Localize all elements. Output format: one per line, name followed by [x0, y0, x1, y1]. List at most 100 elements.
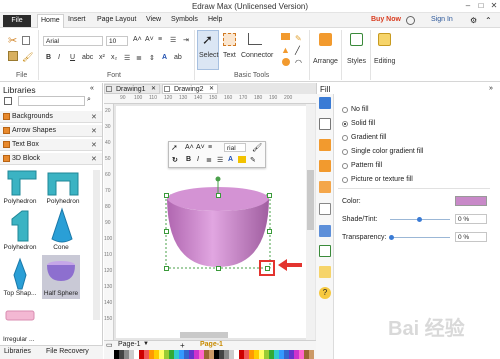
shadow-tab-icon[interactable]: [319, 139, 331, 151]
palette-swatch[interactable]: [124, 350, 129, 359]
palette-swatch[interactable]: [119, 350, 124, 359]
fill-color-picker[interactable]: [455, 196, 487, 206]
text-tool-label[interactable]: Text: [223, 52, 236, 59]
single-color-gradient-label[interactable]: Single color gradient fill: [351, 148, 423, 155]
palette-swatch[interactable]: [149, 350, 154, 359]
palette-swatch[interactable]: [174, 350, 179, 359]
file-menu[interactable]: File: [3, 15, 31, 27]
list-icon[interactable]: ☰: [170, 36, 176, 44]
transparency-slider-knob[interactable]: [389, 235, 394, 240]
palette-swatch[interactable]: [219, 350, 224, 359]
rotate-handle[interactable]: [215, 176, 221, 182]
arc-tool-icon[interactable]: ◠: [295, 58, 302, 67]
picture-fill-label[interactable]: Picture or texture fill: [351, 176, 413, 183]
close-library-icon[interactable]: ✕: [91, 113, 97, 121]
resize-handle[interactable]: [265, 266, 270, 271]
search-icon[interactable]: ⌕: [87, 96, 91, 104]
arrange-button[interactable]: Arrange: [313, 58, 338, 65]
library-menu-icon[interactable]: [4, 97, 12, 105]
palette-swatch[interactable]: [239, 350, 244, 359]
palette-swatch[interactable]: [184, 350, 189, 359]
palette-swatch[interactable]: [244, 350, 249, 359]
bold-icon[interactable]: B: [46, 54, 51, 61]
transparency-value-input[interactable]: 0 %: [455, 232, 487, 242]
fill-color-icon[interactable]: [238, 156, 246, 163]
tab-help[interactable]: Help: [208, 16, 222, 23]
maximize-button[interactable]: □: [475, 1, 487, 12]
comment-tab-icon[interactable]: [319, 266, 331, 278]
tab-page-layout[interactable]: Page Layout: [97, 16, 136, 23]
palette-swatch[interactable]: [299, 350, 304, 359]
palette-swatch[interactable]: [279, 350, 284, 359]
library-backgrounds[interactable]: Backgrounds: [0, 111, 102, 123]
palette-swatch[interactable]: [194, 350, 199, 359]
font-color-icon[interactable]: A: [162, 54, 167, 61]
close-button[interactable]: ✕: [488, 1, 500, 12]
gradient-fill-radio[interactable]: [342, 135, 348, 141]
palette-swatch[interactable]: [304, 350, 309, 359]
palette-swatch[interactable]: [274, 350, 279, 359]
palette-swatch[interactable]: [129, 350, 134, 359]
palette-swatch[interactable]: [169, 350, 174, 359]
close-library-icon[interactable]: ✕: [91, 155, 97, 163]
rotate-icon[interactable]: ↻: [172, 156, 178, 164]
palette-swatch[interactable]: [199, 350, 204, 359]
select-pointer-icon[interactable]: ➚: [171, 143, 178, 152]
tab-home[interactable]: Home: [37, 14, 64, 28]
color-palette[interactable]: [114, 350, 314, 359]
resize-handle[interactable]: [164, 229, 169, 234]
font-name-select[interactable]: Arial: [43, 36, 103, 46]
library-3d-block[interactable]: 3D Block: [0, 153, 102, 165]
styles-button[interactable]: Styles: [347, 58, 366, 65]
strikethrough-icon[interactable]: abc: [82, 54, 93, 61]
align-center-icon[interactable]: ≣: [206, 156, 212, 164]
cone-shape[interactable]: [51, 207, 73, 243]
page-setup-tab-icon[interactable]: [319, 203, 331, 215]
collapse-icon[interactable]: «: [90, 85, 94, 92]
palette-swatch[interactable]: [209, 350, 214, 359]
library-text-box[interactable]: Text Box: [0, 139, 102, 151]
font-size-select[interactable]: 10: [106, 36, 128, 46]
palette-swatch[interactable]: [289, 350, 294, 359]
tab-view[interactable]: View: [146, 16, 161, 23]
close-library-icon[interactable]: ✕: [91, 127, 97, 135]
line-tool-icon[interactable]: ╱: [295, 46, 300, 55]
close-library-icon[interactable]: ✕: [91, 141, 97, 149]
palette-swatch[interactable]: [254, 350, 259, 359]
resize-handle[interactable]: [164, 266, 169, 271]
line-color-icon[interactable]: ✎: [250, 156, 256, 164]
palette-swatch[interactable]: [229, 350, 234, 359]
palette-swatch[interactable]: [309, 350, 314, 359]
palette-swatch[interactable]: [264, 350, 269, 359]
palette-swatch[interactable]: [179, 350, 184, 359]
palette-swatch[interactable]: [214, 350, 219, 359]
fill-tab-icon[interactable]: [319, 97, 331, 109]
editing-button[interactable]: Editing: [374, 58, 395, 65]
pattern-fill-label[interactable]: Pattern fill: [351, 162, 382, 169]
library-arrow-shapes[interactable]: Arrow Shapes: [0, 125, 102, 137]
palette-swatch[interactable]: [259, 350, 264, 359]
palette-swatch[interactable]: [284, 350, 289, 359]
palette-swatch[interactable]: [224, 350, 229, 359]
buy-now-link[interactable]: Buy Now: [371, 16, 401, 23]
minimize-button[interactable]: –: [462, 1, 474, 12]
tab-insert[interactable]: Insert: [68, 16, 86, 23]
hyperlink-tab-icon[interactable]: [319, 245, 331, 257]
single-color-gradient-radio[interactable]: [342, 149, 348, 155]
no-fill-label[interactable]: No fill: [351, 106, 369, 113]
resize-handle[interactable]: [267, 229, 272, 234]
library-search-input[interactable]: [18, 96, 85, 106]
close-tab-icon[interactable]: ✕: [151, 85, 156, 92]
italic-icon[interactable]: I: [197, 156, 199, 163]
resize-handle[interactable]: [267, 193, 272, 198]
palette-swatch[interactable]: [294, 350, 299, 359]
page-dropdown-icon[interactable]: ▼: [143, 341, 149, 347]
collapse-ribbon-icon[interactable]: ⌃: [485, 16, 492, 25]
tab-symbols[interactable]: Symbols: [171, 16, 198, 23]
underline-icon[interactable]: U: [70, 54, 75, 61]
resize-handle[interactable]: [216, 266, 221, 271]
irregular-shape[interactable]: [5, 310, 35, 321]
rectangle-shape-icon[interactable]: [281, 33, 290, 40]
polyhedron-shape[interactable]: [7, 170, 37, 196]
polyhedron-shape[interactable]: [11, 210, 29, 242]
